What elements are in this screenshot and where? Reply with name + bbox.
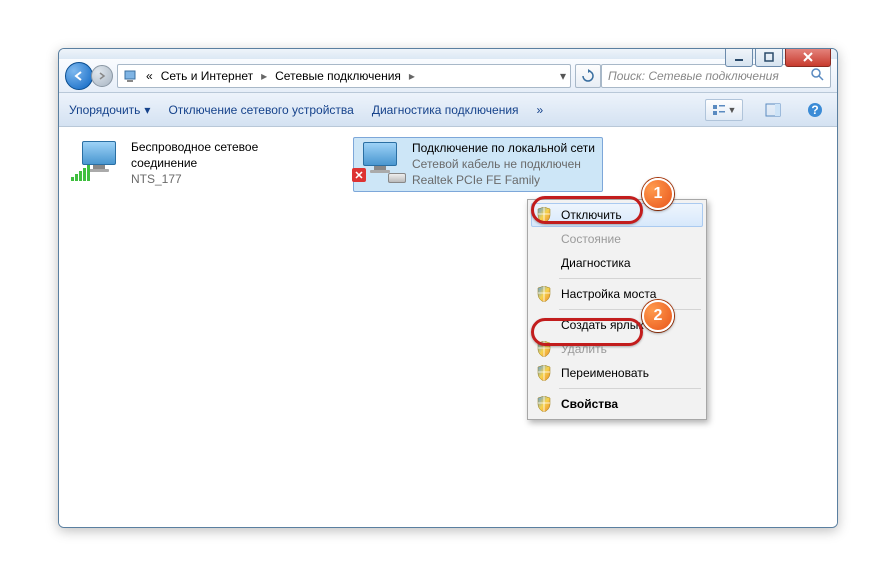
view-button[interactable]: ▼ [705, 99, 743, 121]
menu-icon-empty [535, 230, 553, 248]
search-placeholder: Поиск: Сетевые подключения [608, 69, 779, 83]
chevron-right-icon[interactable]: ▸ [407, 69, 417, 83]
titlebar [59, 49, 837, 59]
overflow-button[interactable]: » [537, 103, 544, 117]
menu-separator [559, 278, 701, 279]
menu-item[interactable]: Переименовать [531, 361, 703, 385]
shield-icon [535, 285, 553, 303]
callout-badge-1: 1 [642, 178, 674, 210]
back-button[interactable] [65, 62, 93, 90]
callout-ring-2 [531, 318, 643, 346]
menu-item[interactable]: Свойства [531, 392, 703, 416]
address-dropdown-icon[interactable]: ▾ [560, 69, 566, 83]
location-icon [122, 67, 140, 85]
help-button[interactable]: ? [803, 99, 827, 121]
command-bar: Упорядочить ▾ Отключение сетевого устрой… [59, 93, 837, 127]
window-controls [725, 48, 831, 67]
connection-item-wireless[interactable]: Беспроводное сетевое соединение NTS_177 [73, 137, 323, 190]
connection-title: Беспроводное сетевое соединение [131, 139, 321, 171]
menu-item-label: Переименовать [561, 366, 649, 380]
menu-item-label: Настройка моста [561, 287, 656, 301]
diagnose-button[interactable]: Диагностика подключения [372, 103, 519, 117]
chevron-right-icon[interactable]: ▸ [259, 69, 269, 83]
menu-item[interactable]: Диагностика [531, 251, 703, 275]
callout-ring-1 [531, 196, 643, 224]
explorer-window: « Сеть и Интернет ▸ Сетевые подключения … [58, 48, 838, 528]
connection-status: Сетевой кабель не подключен [412, 156, 595, 172]
shield-icon [535, 364, 553, 382]
refresh-button[interactable] [575, 64, 601, 88]
menu-item-label: Диагностика [561, 256, 631, 270]
forward-button[interactable] [91, 65, 113, 87]
context-menu: ОтключитьСостояниеДиагностикаНастройка м… [527, 199, 707, 420]
svg-text:?: ? [811, 103, 818, 117]
connection-item-lan[interactable]: ✕ Подключение по локальной сети Сетевой … [353, 137, 603, 192]
close-button[interactable] [785, 48, 831, 67]
menu-item[interactable]: Настройка моста [531, 282, 703, 306]
address-bar[interactable]: « Сеть и Интернет ▸ Сетевые подключения … [117, 64, 571, 88]
error-x-icon: ✕ [352, 168, 366, 182]
menu-item-label: Состояние [561, 232, 621, 246]
callout-badge-2: 2 [642, 300, 674, 332]
menu-icon-empty [535, 254, 553, 272]
breadcrumb-seg[interactable]: Сетевые подключения [273, 69, 403, 83]
plug-icon [388, 173, 406, 183]
shield-icon [535, 395, 553, 413]
organize-button[interactable]: Упорядочить ▾ [69, 103, 150, 117]
connection-device: NTS_177 [131, 171, 321, 187]
chevron-down-icon: ▾ [144, 103, 150, 117]
maximize-button[interactable] [755, 48, 783, 67]
preview-pane-button[interactable] [761, 99, 785, 121]
disable-device-button[interactable]: Отключение сетевого устройства [168, 103, 353, 117]
breadcrumb-prefix: « [144, 69, 155, 83]
search-icon [810, 67, 824, 84]
connection-title: Подключение по локальной сети [412, 140, 595, 156]
nav-bar: « Сеть и Интернет ▸ Сетевые подключения … [59, 59, 837, 93]
search-input[interactable]: Поиск: Сетевые подключения [601, 64, 831, 88]
chevron-down-icon: ▼ [728, 105, 737, 115]
wireless-icon [75, 139, 123, 179]
menu-item: Состояние [531, 227, 703, 251]
connection-device: Realtek PCIe FE Family [412, 172, 595, 188]
signal-bars-icon [71, 165, 91, 181]
lan-icon: ✕ [356, 140, 404, 180]
breadcrumb-seg[interactable]: Сеть и Интернет [159, 69, 255, 83]
minimize-button[interactable] [725, 48, 753, 67]
content-area: Беспроводное сетевое соединение NTS_177 … [59, 127, 837, 527]
menu-separator [559, 388, 701, 389]
menu-item-label: Свойства [561, 397, 618, 411]
menu-separator [559, 309, 701, 310]
